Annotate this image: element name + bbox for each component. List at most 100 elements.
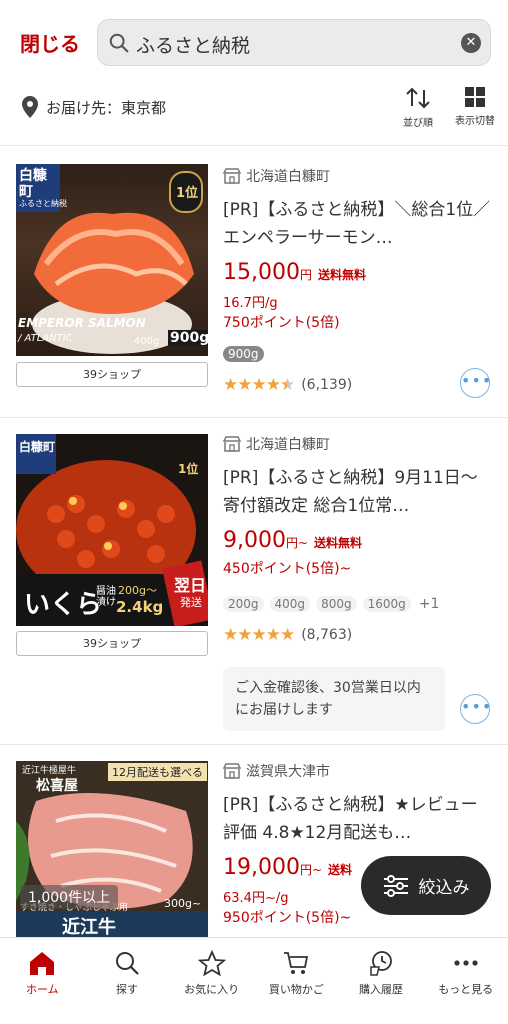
review-count: (6,139) <box>301 377 353 393</box>
shop-button[interactable]: 39ショップ <box>16 362 208 387</box>
nav-home[interactable]: ホーム <box>0 938 85 1024</box>
product-title[interactable]: [PR]【ふるさと納税】＼総合1位／エンペラーサーモン… <box>223 196 493 252</box>
review-count: (8,763) <box>301 627 353 643</box>
image-badge: 翌日 <box>174 576 207 595</box>
filter-button[interactable]: 絞込み <box>361 856 491 915</box>
image-weight-2: 900g <box>168 330 208 346</box>
view-toggle-label: 表示切替 <box>455 116 495 127</box>
product-image[interactable]: 白糠町 ふるさと納税 1位 EMPEROR SALMON / ATLANTIC … <box>16 164 208 356</box>
variation-chip[interactable]: 800g <box>316 596 357 612</box>
price: 9,000 <box>223 528 286 553</box>
nav-label: 購入履歴 <box>359 983 404 996</box>
image-weight: 300g~ <box>164 897 202 910</box>
variation-chip[interactable]: 200g <box>223 596 264 612</box>
home-icon <box>30 952 55 975</box>
image-title: いくら <box>24 590 103 620</box>
price-unit: 円~ <box>299 863 323 877</box>
image-name: 近江牛 <box>62 917 116 938</box>
price-unit: 円~ <box>285 536 309 550</box>
close-icon[interactable]: ✕ <box>461 33 481 53</box>
image-brand: 白糠町 <box>19 440 56 454</box>
search-icon <box>109 33 129 53</box>
variation-chip[interactable]: 900g <box>223 346 264 362</box>
shipping-badge: 送料無料 <box>318 268 367 282</box>
sort-icon <box>406 87 430 109</box>
variation-chip[interactable]: 1600g <box>362 596 411 612</box>
variation-list: 200g 400g 800g 1600g +1 <box>223 594 493 614</box>
close-button[interactable]: 閉じる <box>20 28 80 57</box>
product-title[interactable]: [PR]【ふるさと納税】★レビュー評価 4.8★12月配送も… <box>223 791 493 847</box>
product-item[interactable]: 白糠町 ふるさと納税 1位 EMPEROR SALMON / ATLANTIC … <box>0 145 508 417</box>
image-weight: 200g〜 <box>118 584 157 597</box>
shipping-badge: 送料無料 <box>314 536 363 550</box>
shop-button[interactable]: 39ショップ <box>16 631 208 656</box>
delivery-note: ご入金確認後、30営業日以内にお届けします <box>223 667 445 731</box>
nav-label: 探す <box>116 983 138 996</box>
view-toggle-button[interactable]: 表示切替 <box>445 86 505 127</box>
nav-label: ホーム <box>26 983 59 996</box>
top-bar: 閉じる ふるさと納税 ✕ <box>0 0 508 88</box>
rating[interactable]: ★★★★★ (8,763) <box>223 624 493 646</box>
variation-list: 900g <box>223 344 493 364</box>
nav-more[interactable]: もっと見る <box>423 938 508 1024</box>
delivery-location[interactable]: お届け先：東京都 <box>22 95 166 119</box>
image-weight-2: 2.4kg <box>116 598 164 616</box>
image-sub: ふるさと納税 <box>19 199 67 208</box>
star-icon <box>197 950 226 976</box>
shop-icon <box>223 436 241 452</box>
sort-label: 並び順 <box>403 118 433 129</box>
image-brand: 白糠町 <box>19 168 47 200</box>
municipality-name: 滋賀県大津市 <box>246 764 330 780</box>
image-weight: 400g <box>134 336 160 347</box>
shipping-badge: 送料 <box>328 863 353 877</box>
price: 15,000 <box>223 260 300 285</box>
image-product-name-2: / ATLANTIC <box>18 333 73 344</box>
variation-chip[interactable]: 400g <box>269 596 311 612</box>
image-rank: 1位 <box>178 462 199 476</box>
filter-label: 絞込み <box>418 878 470 898</box>
nav-cart[interactable]: 買い物かご <box>254 938 339 1024</box>
nav-history[interactable]: 購入履歴 <box>339 938 424 1024</box>
image-brand: 松喜屋 <box>36 778 78 794</box>
unit-price: 16.7円/g <box>223 296 278 311</box>
more-options-button[interactable]: ••• <box>460 694 491 724</box>
more-icon <box>454 960 478 966</box>
search-input[interactable]: ふるさと納税 ✕ <box>97 19 491 66</box>
star-rating-icon: ★★★★★ <box>223 625 295 645</box>
shop-icon <box>223 763 241 779</box>
image-product-name: EMPEROR SALMON <box>18 316 146 330</box>
grid-icon <box>465 87 485 107</box>
product-image[interactable]: 白糠町 1位 いくら 醤油漬け 200g〜 2.4kg 翌日 発送 <box>16 434 208 626</box>
star-rating-icon: ★★★★★ <box>223 375 295 395</box>
product-item[interactable]: 白糠町 1位 いくら 醤油漬け 200g〜 2.4kg 翌日 発送 39ショップ… <box>0 417 508 744</box>
more-options-button[interactable]: ••• <box>460 368 491 398</box>
image-badge-2: 発送 <box>180 596 202 609</box>
product-title[interactable]: [PR]【ふるさと納税】9月11日〜寄付額改定 総合1位常… <box>223 464 493 520</box>
price: 19,000 <box>223 855 300 880</box>
nav-label: お気に入り <box>184 983 240 996</box>
nav-label: 買い物かご <box>268 983 324 996</box>
rating[interactable]: ★★★★★ (6,139) <box>223 374 493 396</box>
nav-label: もっと見る <box>438 983 494 996</box>
municipality-name: 北海道白糠町 <box>246 169 330 185</box>
more-variations[interactable]: +1 <box>419 596 440 612</box>
image-rank: 1位 <box>176 186 199 201</box>
bottom-nav: ホーム 探す お気に入り 買い物かご 購入履歴 もっと見る <box>0 937 508 1024</box>
product-info: 北海道白糠町 [PR]【ふるさと納税】＼総合1位／エンペラーサーモン… 15,0… <box>223 166 493 396</box>
product-image[interactable]: 近江牛極屋牛 松喜屋 12月配送も選べる すき焼き・しゃぶしゃぶ用 300g~ … <box>16 761 208 938</box>
sort-button[interactable]: 並び順 <box>388 86 448 129</box>
price-unit: 円 <box>299 268 312 282</box>
search-icon <box>116 952 139 975</box>
municipality[interactable]: 滋賀県大津市 <box>223 761 493 781</box>
municipality-name: 北海道白糠町 <box>246 437 330 453</box>
review-count-badge: 1,000件以上 <box>20 885 119 909</box>
nav-favorites[interactable]: お気に入り <box>169 938 254 1024</box>
product-info: 北海道白糠町 [PR]【ふるさと納税】9月11日〜寄付額改定 総合1位常… 9,… <box>223 434 493 646</box>
delivery-label: お届け先：東京都 <box>46 98 167 117</box>
nav-search[interactable]: 探す <box>85 938 170 1024</box>
search-query: ふるさと納税 <box>136 35 251 57</box>
municipality[interactable]: 北海道白糠町 <box>223 166 493 186</box>
history-icon <box>370 951 392 976</box>
cart-icon <box>284 952 309 974</box>
municipality[interactable]: 北海道白糠町 <box>223 434 493 454</box>
